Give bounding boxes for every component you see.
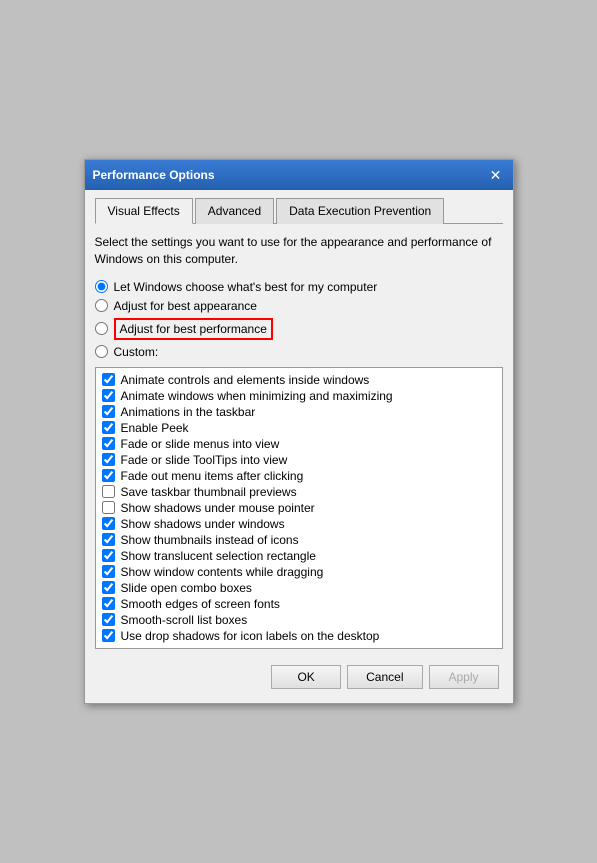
checkbox-label-13[interactable]: Slide open combo boxes — [121, 581, 252, 595]
checkbox-item: Show shadows under mouse pointer — [102, 500, 496, 516]
checkbox-input-7[interactable] — [102, 485, 115, 498]
radio-best-performance: Adjust for best performance — [95, 318, 503, 340]
tab-dep[interactable]: Data Execution Prevention — [276, 198, 444, 224]
checkbox-item: Animate controls and elements inside win… — [102, 372, 496, 388]
radio-best-performance-highlight: Adjust for best performance — [114, 318, 273, 340]
checkbox-input-8[interactable] — [102, 501, 115, 514]
checkbox-item: Fade out menu items after clicking — [102, 468, 496, 484]
dialog-title: Performance Options — [93, 168, 215, 182]
checkbox-input-10[interactable] — [102, 533, 115, 546]
checkbox-item: Show thumbnails instead of icons — [102, 532, 496, 548]
checkbox-item: Smooth edges of screen fonts — [102, 596, 496, 612]
checkbox-input-15[interactable] — [102, 613, 115, 626]
checkbox-label-0[interactable]: Animate controls and elements inside win… — [121, 373, 370, 387]
radio-best-appearance-label[interactable]: Adjust for best appearance — [114, 299, 257, 313]
checkbox-input-2[interactable] — [102, 405, 115, 418]
radio-let-windows: Let Windows choose what's best for my co… — [95, 280, 503, 294]
checkbox-input-12[interactable] — [102, 565, 115, 578]
radio-let-windows-label[interactable]: Let Windows choose what's best for my co… — [114, 280, 378, 294]
checkbox-label-11[interactable]: Show translucent selection rectangle — [121, 549, 316, 563]
checkbox-label-12[interactable]: Show window contents while dragging — [121, 565, 324, 579]
checkbox-label-8[interactable]: Show shadows under mouse pointer — [121, 501, 315, 515]
checkbox-item: Smooth-scroll list boxes — [102, 612, 496, 628]
checkbox-label-14[interactable]: Smooth edges of screen fonts — [121, 597, 280, 611]
checkbox-input-14[interactable] — [102, 597, 115, 610]
radio-group: Let Windows choose what's best for my co… — [95, 280, 503, 359]
checkbox-label-5[interactable]: Fade or slide ToolTips into view — [121, 453, 288, 467]
checkbox-item: Animate windows when minimizing and maxi… — [102, 388, 496, 404]
checkbox-input-11[interactable] — [102, 549, 115, 562]
button-row: OK Cancel Apply — [95, 659, 503, 693]
dialog-body: Visual Effects Advanced Data Execution P… — [85, 190, 513, 703]
checkbox-label-16[interactable]: Use drop shadows for icon labels on the … — [121, 629, 380, 643]
checkbox-item: Slide open combo boxes — [102, 580, 496, 596]
radio-best-appearance-input[interactable] — [95, 299, 108, 312]
apply-button[interactable]: Apply — [429, 665, 499, 689]
checkbox-item: Show window contents while dragging — [102, 564, 496, 580]
checkbox-input-1[interactable] — [102, 389, 115, 402]
checkbox-label-6[interactable]: Fade out menu items after clicking — [121, 469, 304, 483]
checkbox-label-10[interactable]: Show thumbnails instead of icons — [121, 533, 299, 547]
checkbox-input-16[interactable] — [102, 629, 115, 642]
checkbox-item: Show shadows under windows — [102, 516, 496, 532]
checkbox-input-9[interactable] — [102, 517, 115, 530]
checkbox-input-3[interactable] — [102, 421, 115, 434]
radio-best-appearance: Adjust for best appearance — [95, 299, 503, 313]
checkbox-item: Show translucent selection rectangle — [102, 548, 496, 564]
tab-visual-effects[interactable]: Visual Effects — [95, 198, 193, 224]
checkbox-item: Save taskbar thumbnail previews — [102, 484, 496, 500]
checkbox-label-4[interactable]: Fade or slide menus into view — [121, 437, 280, 451]
checkbox-label-15[interactable]: Smooth-scroll list boxes — [121, 613, 248, 627]
checkbox-label-9[interactable]: Show shadows under windows — [121, 517, 285, 531]
checkbox-item: Enable Peek — [102, 420, 496, 436]
checkbox-label-7[interactable]: Save taskbar thumbnail previews — [121, 485, 297, 499]
radio-best-performance-label[interactable]: Adjust for best performance — [120, 322, 267, 336]
tab-bar: Visual Effects Advanced Data Execution P… — [95, 198, 503, 224]
radio-custom-label[interactable]: Custom: — [114, 345, 159, 359]
ok-button[interactable]: OK — [271, 665, 341, 689]
radio-custom: Custom: — [95, 345, 503, 359]
close-button[interactable]: ✕ — [487, 166, 505, 184]
radio-let-windows-input[interactable] — [95, 280, 108, 293]
performance-options-dialog: Performance Options ✕ Visual Effects Adv… — [84, 159, 514, 704]
checkbox-input-6[interactable] — [102, 469, 115, 482]
radio-best-performance-input[interactable] — [95, 322, 108, 335]
checkbox-item: Fade or slide ToolTips into view — [102, 452, 496, 468]
radio-custom-input[interactable] — [95, 345, 108, 358]
checkbox-label-1[interactable]: Animate windows when minimizing and maxi… — [121, 389, 393, 403]
checkbox-item: Fade or slide menus into view — [102, 436, 496, 452]
checkbox-input-5[interactable] — [102, 453, 115, 466]
checkbox-item: Use drop shadows for icon labels on the … — [102, 628, 496, 644]
checkbox-item: Animations in the taskbar — [102, 404, 496, 420]
checkbox-label-3[interactable]: Enable Peek — [121, 421, 189, 435]
cancel-button[interactable]: Cancel — [347, 665, 422, 689]
tab-advanced[interactable]: Advanced — [195, 198, 274, 224]
checkbox-list: Animate controls and elements inside win… — [95, 367, 503, 649]
title-bar: Performance Options ✕ — [85, 160, 513, 190]
description-text: Select the settings you want to use for … — [95, 234, 503, 268]
checkbox-input-4[interactable] — [102, 437, 115, 450]
checkbox-label-2[interactable]: Animations in the taskbar — [121, 405, 256, 419]
checkbox-input-13[interactable] — [102, 581, 115, 594]
checkbox-input-0[interactable] — [102, 373, 115, 386]
